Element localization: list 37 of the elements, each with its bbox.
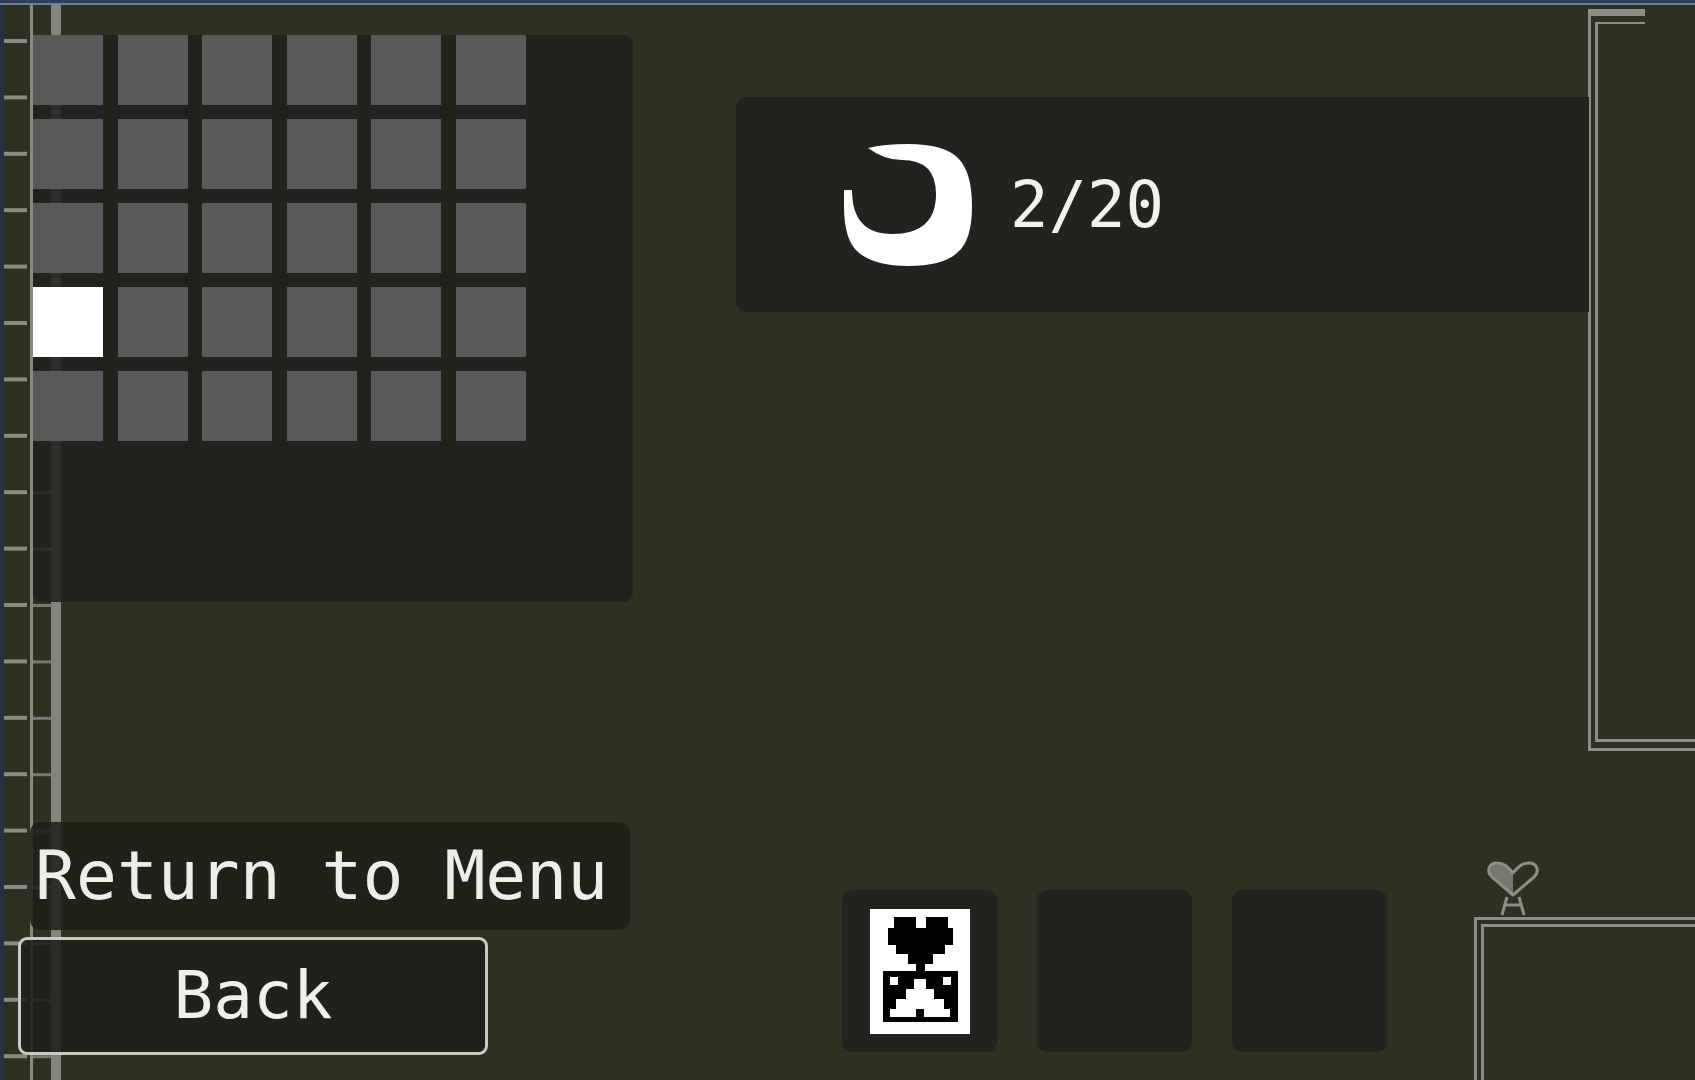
- heart-icon: [1486, 861, 1540, 917]
- grid-tile[interactable]: [33, 119, 103, 189]
- grid-tile[interactable]: [202, 371, 272, 441]
- grid-tile[interactable]: [117, 119, 188, 189]
- grid-tile[interactable]: [455, 203, 526, 273]
- grid-tile[interactable]: [33, 203, 103, 273]
- grid-tile[interactable]: [202, 203, 272, 273]
- grid-tile[interactable]: [202, 119, 272, 189]
- grid-tile[interactable]: [371, 119, 441, 189]
- grid-tile[interactable]: [371, 203, 441, 273]
- grid-tile[interactable]: [33, 287, 103, 357]
- grid-tile[interactable]: [371, 371, 441, 441]
- grid-tile[interactable]: [117, 371, 188, 441]
- grid-tile[interactable]: [455, 287, 526, 357]
- grid-tile[interactable]: [286, 371, 357, 441]
- grid-tile[interactable]: [117, 35, 188, 105]
- grid-tile[interactable]: [455, 35, 526, 105]
- grid-tile[interactable]: [117, 203, 188, 273]
- return-to-menu-button[interactable]: Return to Menu: [30, 822, 630, 930]
- grid-tile[interactable]: [455, 119, 526, 189]
- grid-tile[interactable]: [33, 35, 103, 105]
- item-slot[interactable]: [842, 890, 997, 1052]
- card-icon: [869, 908, 970, 1034]
- grid-tile[interactable]: [202, 287, 272, 357]
- grid-tile[interactable]: [33, 371, 103, 441]
- back-button[interactable]: Back: [18, 937, 488, 1055]
- grid-tile[interactable]: [286, 203, 357, 273]
- crescent-moon-icon: [844, 143, 972, 266]
- grid-tile[interactable]: [117, 287, 188, 357]
- grid-tile[interactable]: [455, 371, 526, 441]
- grid-tile[interactable]: [202, 35, 272, 105]
- grid-tile[interactable]: [371, 287, 441, 357]
- moon-counter: 2/20: [1010, 172, 1165, 237]
- grid-tile[interactable]: [286, 35, 357, 105]
- grid-tile[interactable]: [286, 119, 357, 189]
- grid-tile[interactable]: [371, 35, 441, 105]
- grid-tile[interactable]: [286, 287, 357, 357]
